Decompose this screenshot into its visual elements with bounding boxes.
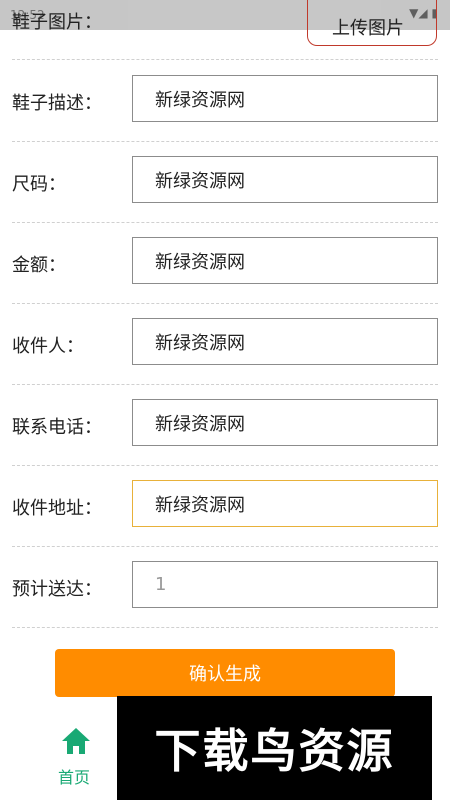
amount-label: 金额：	[12, 255, 66, 276]
size-label: 尺码：	[12, 174, 66, 195]
home-icon	[62, 728, 90, 754]
address-label: 收件地址：	[12, 498, 102, 519]
confirm-generate-button[interactable]: 确认生成	[55, 649, 395, 697]
phone-label: 联系电话：	[12, 417, 102, 438]
address-input[interactable]	[132, 480, 438, 527]
phone-input[interactable]	[132, 399, 438, 446]
watermark-logo: 下载鸟资源	[117, 696, 432, 800]
recipient-label: 收件人：	[12, 336, 84, 357]
description-input[interactable]	[132, 75, 438, 122]
recipient-input[interactable]	[132, 318, 438, 365]
amount-input[interactable]	[132, 237, 438, 284]
description-label: 鞋子描述：	[12, 93, 102, 114]
form-row-description: 鞋子描述：	[12, 60, 438, 142]
form-row-size: 尺码：	[12, 141, 438, 223]
size-input[interactable]	[132, 156, 438, 203]
form-row-amount: 金额：	[12, 222, 438, 304]
upload-image-button[interactable]: 上传图片	[307, 0, 437, 46]
tab-home[interactable]: 首页	[50, 726, 102, 792]
watermark-text: 下载鸟资源	[154, 724, 395, 778]
delivery-label: 预计送达：	[12, 579, 102, 600]
form-row-recipient: 收件人：	[12, 303, 438, 385]
form-row-delivery: 预计送达：	[12, 546, 438, 628]
shoe-image-label: 鞋子图片：	[12, 12, 102, 33]
form-row-phone: 联系电话：	[12, 384, 438, 466]
tab-home-label: 首页	[58, 768, 91, 787]
delivery-input[interactable]	[132, 561, 438, 608]
form-row-address: 收件地址：	[12, 465, 438, 547]
